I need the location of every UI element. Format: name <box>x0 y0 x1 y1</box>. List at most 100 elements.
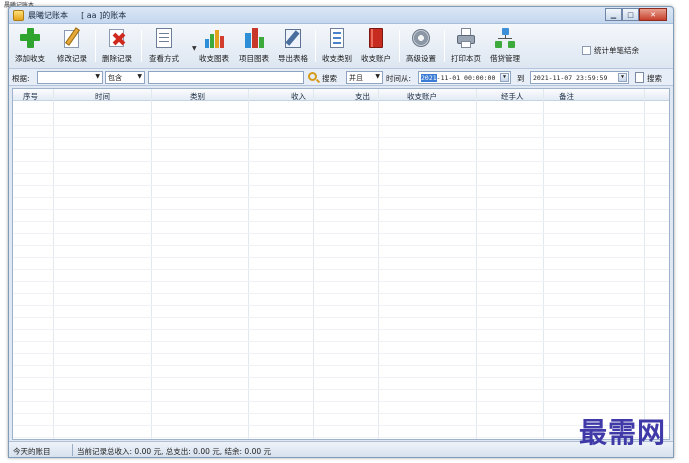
column-divider <box>378 89 379 439</box>
table-row-divider <box>13 281 669 282</box>
table-row-divider <box>13 185 669 186</box>
export-icon <box>282 27 304 49</box>
income-chart-button[interactable]: 收支图表 <box>197 26 231 66</box>
window-controls: ▁ □ ✕ <box>605 8 667 21</box>
calendar-dropdown-icon[interactable]: ▼ <box>500 73 509 82</box>
toolbar-separator <box>95 30 96 62</box>
add-record-button[interactable]: 添加收支 <box>13 26 47 66</box>
column-header-expense[interactable]: 支出 <box>355 91 370 102</box>
project-chart-button[interactable]: 项目图表 <box>237 26 271 66</box>
table-row-divider <box>13 197 669 198</box>
income-category-button[interactable]: 收支类别 <box>320 26 354 66</box>
column-header-account[interactable]: 收支账户 <box>407 91 437 102</box>
chevron-down-icon: ▼ <box>375 73 380 80</box>
account-book-icon <box>365 27 387 49</box>
filter-bar: 根据: ▼ 包含 ▼ 搜索 并且 ▼ 时间从: 2021-11-01 00:00:0… <box>9 69 673 86</box>
column-divider <box>248 89 249 439</box>
column-header-index[interactable]: 序号 <box>23 91 38 102</box>
add-plus-icon <box>19 27 41 49</box>
search-input[interactable] <box>148 71 304 84</box>
toolbar-separator <box>399 30 400 62</box>
app-logo-icon <box>13 10 24 21</box>
search-icon[interactable] <box>308 72 317 81</box>
table-row-divider <box>13 437 669 438</box>
document-search-icon[interactable] <box>635 72 644 83</box>
table-row-divider <box>13 377 669 378</box>
view-list-icon <box>153 27 175 49</box>
delete-record-button[interactable]: 删除记录 <box>99 26 135 66</box>
income-account-button[interactable]: 收支账户 <box>359 26 393 66</box>
date-to-field[interactable]: 2021-11-07 23:59:59 ▼ <box>530 71 629 84</box>
column-divider <box>476 89 477 439</box>
table-row-divider <box>13 365 669 366</box>
network-icon <box>494 27 516 49</box>
table-row-divider <box>13 125 669 126</box>
delete-x-icon <box>106 27 128 49</box>
date-from-field[interactable]: 2021-11-01 00:00:00 ▼ <box>418 71 511 84</box>
book-label: [ aa ]的账本 <box>81 11 127 20</box>
table-row-divider <box>13 257 669 258</box>
edit-record-button[interactable]: 修改记录 <box>55 26 89 66</box>
table-row-divider <box>13 161 669 162</box>
status-bar: 今天的账目 当前记录总收入: 0.00 元, 总支出: 0.00 元, 结余: … <box>9 441 673 457</box>
today-records-label: 今天的账目 <box>13 447 51 456</box>
print-page-button[interactable]: 打印本页 <box>449 26 483 66</box>
column-header-category[interactable]: 类别 <box>190 91 205 102</box>
search-label[interactable]: 搜索 <box>322 73 337 84</box>
maximize-button[interactable]: □ <box>622 8 639 21</box>
table-row-divider <box>13 389 669 390</box>
table-row-divider <box>13 173 669 174</box>
table-row-divider <box>13 269 669 270</box>
column-divider <box>543 89 544 439</box>
table-header: 序号 时间 类别 收入 支出 收支账户 经手人 备注 <box>13 89 669 101</box>
table-row-divider <box>13 113 669 114</box>
watermark-logo: 最需网 <box>579 416 667 449</box>
loan-management-button[interactable]: 借贷管理 <box>488 26 522 66</box>
table-row-divider <box>13 221 669 222</box>
advanced-settings-button[interactable]: 高级设置 <box>404 26 438 66</box>
single-balance-checkbox[interactable] <box>582 46 591 55</box>
chevron-down-icon: ▼ <box>95 73 100 80</box>
table-row-divider <box>13 425 669 426</box>
status-divider <box>72 444 73 456</box>
column-header-time[interactable]: 时间 <box>95 91 110 102</box>
table-row-divider <box>13 149 669 150</box>
title-bar[interactable]: 晨曦记账本 [ aa ]的账本 ▁ □ ✕ <box>9 7 673 24</box>
calendar-dropdown-icon[interactable]: ▼ <box>618 73 627 82</box>
match-select[interactable]: 包含 ▼ <box>105 71 145 84</box>
toolbar: 添加收支 修改记录 删除记录 查看方式 ▼ 收支图表 项目图表 导出表格 收支类… <box>9 24 673 69</box>
records-table[interactable]: 序号 时间 类别 收入 支出 收支账户 经手人 备注 <box>12 88 670 440</box>
view-mode-button[interactable]: 查看方式 <box>145 26 183 66</box>
basis-select[interactable]: ▼ <box>37 71 103 84</box>
minimize-button[interactable]: ▁ <box>605 8 622 21</box>
table-row-divider <box>13 401 669 402</box>
table-row-divider <box>13 329 669 330</box>
column-divider <box>644 89 645 439</box>
column-header-note[interactable]: 备注 <box>559 91 574 102</box>
summary-text: 当前记录总收入: 0.00 元, 总支出: 0.00 元, 结余: 0.00 元 <box>77 447 272 456</box>
time-from-label: 时间从: <box>386 74 412 83</box>
search-button[interactable]: 搜索 <box>647 73 662 84</box>
app-window: 晨曦记账本 [ aa ]的账本 ▁ □ ✕ 添加收支 修改记录 删除记录 查看方… <box>8 6 674 458</box>
export-table-button[interactable]: 导出表格 <box>276 26 310 66</box>
category-icon <box>326 27 348 49</box>
logic-select[interactable]: 并且 ▼ <box>346 71 383 84</box>
view-mode-dropdown-icon[interactable]: ▼ <box>192 45 197 52</box>
edit-pencil-icon <box>61 27 83 49</box>
single-balance-option[interactable]: 统计单笔结余 <box>582 45 639 56</box>
toolbar-separator <box>315 30 316 62</box>
window-title: 晨曦记账本 [ aa ]的账本 <box>28 10 126 21</box>
column-header-income[interactable]: 收入 <box>291 91 306 102</box>
table-row-divider <box>13 305 669 306</box>
table-row-divider <box>13 413 669 414</box>
app-name: 晨曦记账本 <box>28 11 68 20</box>
column-header-handler[interactable]: 经手人 <box>501 91 524 102</box>
gear-icon <box>410 27 432 49</box>
table-row-divider <box>13 317 669 318</box>
close-button[interactable]: ✕ <box>639 8 667 21</box>
table-row-divider <box>13 137 669 138</box>
chevron-down-icon: ▼ <box>137 73 142 80</box>
table-row-divider <box>13 353 669 354</box>
to-label: 到 <box>517 74 525 83</box>
table-row-divider <box>13 293 669 294</box>
